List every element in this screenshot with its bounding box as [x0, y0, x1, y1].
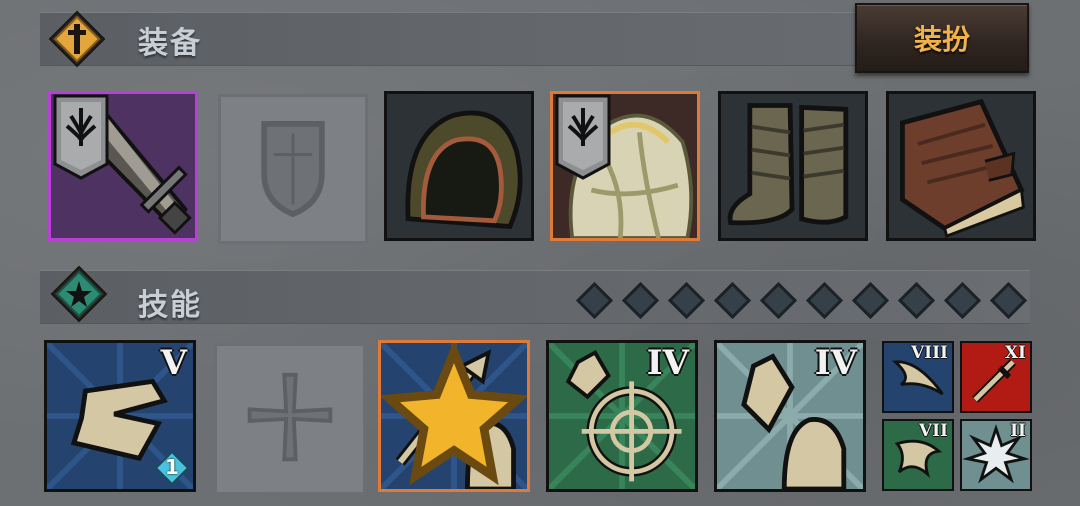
- equipment-slot-boots[interactable]: [718, 91, 868, 241]
- skill-pip-5: [760, 282, 797, 319]
- equipment-slot-shield[interactable]: [218, 94, 368, 244]
- skill-slot-5[interactable]: IV: [714, 340, 866, 492]
- skill-pip-3: [668, 282, 705, 319]
- skill-level-label: VII: [918, 421, 948, 441]
- dress-button[interactable]: 装扮: [855, 3, 1029, 73]
- skill-points-pips: [576, 282, 1027, 319]
- skill-pip-4: [714, 282, 751, 319]
- equipment-slot-hood[interactable]: [384, 91, 534, 241]
- equipment-slot-book[interactable]: [886, 91, 1036, 241]
- skill-pip-2: [622, 282, 659, 319]
- shield-icon: [261, 121, 325, 218]
- passive-skill-slot-1[interactable]: VIII: [882, 341, 954, 413]
- skill-slot-1[interactable]: V 1: [44, 340, 196, 492]
- hood-icon: [387, 94, 531, 238]
- cross-icon: [247, 372, 333, 462]
- skills-emblem-icon: [50, 265, 108, 323]
- skill-slot-3[interactable]: [378, 340, 530, 492]
- skill-level-label: V: [160, 343, 187, 383]
- equipment-slot-armor[interactable]: [550, 91, 700, 241]
- skill-pip-7: [852, 282, 889, 319]
- favorite-star-icon: [381, 343, 527, 486]
- equipment-title: 装备: [138, 26, 202, 61]
- equipment-emblem-icon: [48, 10, 106, 68]
- skill-pip-10: [990, 282, 1027, 319]
- skill-level-label: II: [1010, 421, 1026, 441]
- passive-skill-slot-4[interactable]: II: [960, 419, 1032, 491]
- skill-pip-1: [576, 282, 613, 319]
- skill-slot-2[interactable]: [214, 343, 366, 495]
- heraldic-banner-icon: [53, 94, 109, 180]
- gem-badge: 1: [155, 451, 189, 485]
- book-icon: [889, 94, 1033, 238]
- skills-title: 技能: [138, 288, 202, 323]
- skill-level-label: VIII: [910, 343, 948, 363]
- skill-level-label: IV: [646, 343, 689, 383]
- equipment-slot-sword[interactable]: [48, 91, 198, 241]
- skill-pip-9: [944, 282, 981, 319]
- passive-skill-slot-2[interactable]: XI: [960, 341, 1032, 413]
- skill-pip-6: [806, 282, 843, 319]
- skill-level-label: IV: [814, 343, 857, 383]
- skill-level-label: XI: [1004, 343, 1026, 363]
- gem-count: 1: [165, 455, 179, 479]
- boots-icon: [721, 94, 865, 238]
- passive-skill-slot-3[interactable]: VII: [882, 419, 954, 491]
- heraldic-banner-icon: [555, 94, 611, 180]
- skill-pip-8: [898, 282, 935, 319]
- skill-slot-4[interactable]: IV: [546, 340, 698, 492]
